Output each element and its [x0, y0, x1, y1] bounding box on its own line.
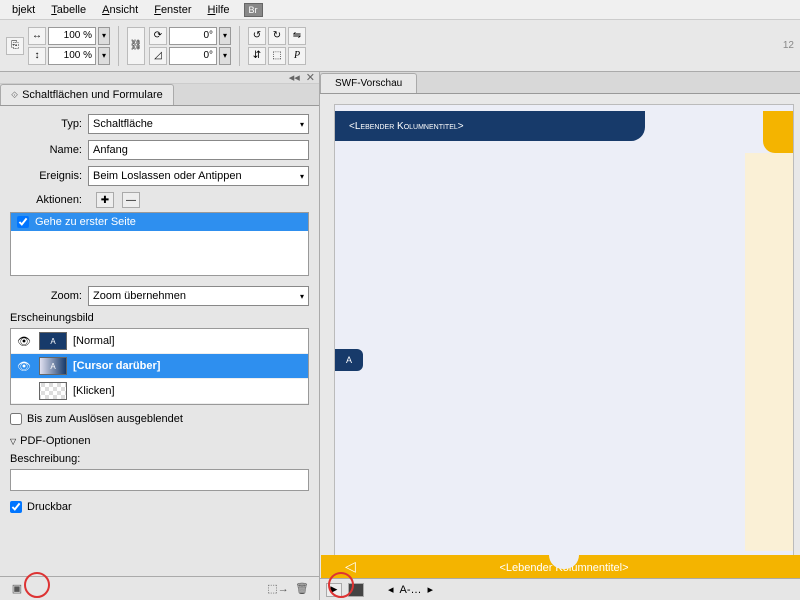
page-nav-prev-icon[interactable]: ◂ — [388, 583, 394, 596]
anchor-icon: ⟐ — [11, 90, 18, 101]
menu-tabelle[interactable]: Tabelle — [43, 2, 94, 18]
state-label: [Cursor darüber] — [73, 360, 160, 372]
document-page: <Lebender Kolumnentitel> A ◁ <Lebender K… — [334, 104, 794, 578]
corner-tab-yellow — [763, 111, 793, 153]
page-indicator: A-… — [400, 584, 422, 596]
chk-druckbar[interactable] — [10, 501, 22, 513]
select-ereignis[interactable]: Beim Loslassen oder Antippen▾ — [88, 166, 309, 186]
rotate-input[interactable] — [169, 27, 217, 45]
menu-fenster[interactable]: Fenster — [146, 2, 199, 18]
add-action-button[interactable]: ✚ — [96, 192, 114, 208]
tab-swf-vorschau[interactable]: SWF-Vorschau — [320, 73, 417, 93]
state-thumb: A — [39, 357, 67, 375]
preview-column: SWF-Vorschau <Lebender Kolumnentitel> A … — [320, 72, 800, 600]
convert-object-button[interactable]: ⬚→ — [269, 581, 287, 597]
remove-action-button[interactable]: — — [122, 192, 140, 208]
state-thumb — [39, 382, 67, 400]
flip-v-icon[interactable]: ⇵ — [248, 47, 266, 65]
input-name[interactable] — [88, 140, 309, 160]
prev-arrow-icon[interactable]: ◁ — [345, 558, 356, 575]
bridge-button[interactable]: Br — [244, 3, 263, 17]
page-nav-next-icon[interactable]: ▸ — [428, 583, 434, 596]
visibility-icon[interactable]: 👁 — [15, 335, 33, 348]
flip-h-icon[interactable]: ⇋ — [288, 27, 306, 45]
panel-close-icon[interactable]: ✕ — [306, 71, 315, 84]
state-thumb: A — [39, 332, 67, 350]
panel-tab-buttons-forms[interactable]: ⟐ Schaltflächen und Formulare — [0, 84, 174, 105]
menu-ansicht[interactable]: Ansicht — [94, 2, 146, 18]
label-beschreibung: Beschreibung: — [10, 453, 309, 465]
shear-input[interactable] — [169, 47, 217, 65]
select-zoom[interactable]: Zoom übernehmen▾ — [88, 286, 309, 306]
chk-hidden-until-trigger[interactable] — [10, 413, 22, 425]
label-aktionen: Aktionen: — [10, 194, 88, 206]
pdf-options-disclosure[interactable]: ▽ PDF-Optionen — [10, 435, 309, 447]
scale-x-input[interactable] — [48, 27, 96, 45]
scale-y-icon: ↕ — [28, 47, 46, 65]
disclosure-triangle-icon: ▽ — [10, 437, 16, 446]
state-label: [Normal] — [73, 335, 115, 347]
label-zoom: Zoom: — [10, 290, 88, 302]
label-typ: Typ: — [10, 118, 88, 130]
state-hover[interactable]: 👁 A [Cursor darüber] — [11, 354, 308, 379]
panel-column: ◂◂ ✕ ⟐ Schaltflächen und Formulare Typ: … — [0, 72, 320, 600]
state-click[interactable]: [Klicken] — [11, 379, 308, 404]
state-label: [Klicken] — [73, 385, 115, 397]
visibility-icon[interactable]: 👁 — [15, 360, 33, 373]
document-stage[interactable]: <Lebender Kolumnentitel> A ◁ <Lebender K… — [320, 94, 800, 578]
cream-sidebar — [745, 153, 793, 551]
select-typ[interactable]: Schaltfläche▾ — [88, 114, 309, 134]
panel-collapse-icon[interactable]: ◂◂ — [289, 71, 300, 84]
preview-spread-button[interactable]: ▣ — [8, 581, 26, 597]
play-button[interactable]: ▶ — [326, 583, 342, 597]
pdf-options-label: PDF-Optionen — [20, 435, 90, 447]
running-footer-bottom: ◁ <Lebender Kolumnentitel> — [321, 555, 800, 578]
running-header-top: <Lebender Kolumnentitel> — [335, 111, 645, 141]
select-container-icon[interactable]: ⬚ — [268, 47, 286, 65]
stop-button[interactable]: ■ — [348, 583, 364, 597]
nav-button-a[interactable]: A — [335, 349, 363, 371]
menu-hilfe[interactable]: Hilfe — [200, 2, 238, 18]
chk-druckbar-label: Druckbar — [27, 501, 72, 513]
action-list[interactable]: Gehe zu erster Seite — [10, 212, 309, 276]
preview-footer: ▶ ■ ◂ A-… ▸ — [320, 578, 800, 600]
menubar: bjekt Tabelle Ansicht Fenster Hilfe Br — [0, 0, 800, 20]
menu-objekt[interactable]: bjekt — [4, 2, 43, 18]
chk-hidden-label: Bis zum Auslösen ausgeblendet — [27, 413, 183, 425]
scale-y-input[interactable] — [48, 47, 96, 65]
action-item-label: Gehe zu erster Seite — [35, 216, 136, 228]
rotate-icon: ⟳ — [149, 27, 167, 45]
page-number-display: 12 — [783, 40, 794, 51]
link-icon[interactable]: ⎘ — [6, 37, 24, 55]
paragraph-style-icon[interactable]: P — [288, 47, 306, 65]
input-beschreibung[interactable] — [10, 469, 309, 491]
label-erscheinungsbild: Erscheinungsbild — [10, 312, 309, 324]
scale-x-icon: ↔ — [28, 27, 46, 45]
panel-tab-label: Schaltflächen und Formulare — [22, 89, 163, 101]
rotate-dropdown[interactable]: ▾ — [219, 27, 231, 45]
label-name: Name: — [10, 144, 88, 156]
rotate-ccw-icon[interactable]: ↺ — [248, 27, 266, 45]
scale-y-dropdown[interactable]: ▾ — [98, 47, 110, 65]
state-normal[interactable]: 👁 A [Normal] — [11, 329, 308, 354]
scale-x-dropdown[interactable]: ▾ — [98, 27, 110, 45]
control-toolbar: ⎘ ↔ ▾ ↕ ▾ ⛓ ⟳ ▾ ◿ ▾ ↺ ↻ ⇋ — [0, 20, 800, 72]
shear-icon: ◿ — [149, 47, 167, 65]
appearance-list: 👁 A [Normal] 👁 A [Cursor darüber] [Klick… — [10, 328, 309, 405]
label-ereignis: Ereignis: — [10, 170, 88, 182]
shear-dropdown[interactable]: ▾ — [219, 47, 231, 65]
action-item-goto-first[interactable]: Gehe zu erster Seite — [11, 213, 308, 231]
trash-button[interactable]: 🗑 — [293, 581, 311, 597]
chain-toggle-icon[interactable]: ⛓ — [127, 27, 145, 65]
rotate-cw-icon[interactable]: ↻ — [268, 27, 286, 45]
action-item-checkbox[interactable] — [17, 216, 29, 228]
